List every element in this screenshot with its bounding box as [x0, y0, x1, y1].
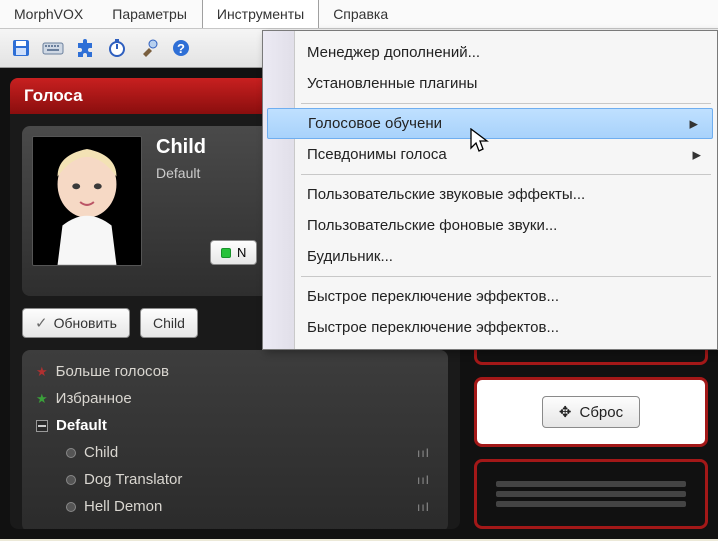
tools-dropdown: Менеджер дополнений... Установленные пла… — [262, 30, 718, 350]
star-icon: ★ — [36, 364, 48, 380]
update-label: Обновить — [54, 315, 117, 331]
tree-label: Child — [84, 444, 118, 461]
submenu-arrow-icon: ▶ — [693, 148, 701, 161]
collapse-icon[interactable] — [36, 420, 48, 432]
voice-tree: ★ Больше голосов ★ Избранное Default Chi… — [22, 350, 448, 529]
avatar — [32, 136, 142, 266]
menu-installed-plugins[interactable]: Установленные плагины — [265, 68, 715, 99]
menu-voice-training[interactable]: Голосовое обучени ▶ — [267, 108, 713, 139]
separator — [301, 103, 711, 104]
separator — [301, 276, 711, 277]
signal-icon: ııI — [417, 473, 430, 487]
menu-addon-manager[interactable]: Менеджер дополнений... — [265, 37, 715, 68]
help-icon[interactable]: ? — [168, 35, 194, 61]
signal-icon: ııI — [417, 500, 430, 514]
tree-label: Hell Demon — [84, 498, 162, 515]
update-button[interactable]: ✓ Обновить — [22, 308, 130, 338]
tree-item-child[interactable]: Child ııI — [30, 439, 440, 466]
bullet-icon — [66, 502, 76, 512]
menu-help[interactable]: Справка — [319, 0, 403, 28]
puzzle-icon[interactable] — [72, 35, 98, 61]
tree-item-hell-demon[interactable]: Hell Demon ııI — [30, 493, 440, 520]
reset-label: Сброс — [579, 404, 623, 421]
menu-alarm[interactable]: Будильник... — [265, 241, 715, 272]
menu-label: Голосовое обучени — [308, 115, 442, 132]
signal-icon: ııI — [417, 446, 430, 460]
tree-label: Dog Translator — [84, 471, 182, 488]
tree-label: Больше голосов — [56, 363, 169, 380]
stopwatch-icon[interactable] — [104, 35, 130, 61]
menu-quick-switch-effects-2[interactable]: Быстрое переключение эффектов... — [265, 312, 715, 343]
chip-label: N — [237, 245, 246, 260]
star-icon: ★ — [36, 391, 48, 407]
status-dot-icon — [221, 248, 231, 258]
bullet-icon — [66, 448, 76, 458]
menu-tools[interactable]: Инструменты — [202, 0, 319, 28]
keyboard-icon[interactable] — [40, 35, 66, 61]
check-icon: ✓ — [35, 314, 48, 332]
tree-group-default[interactable]: Default — [30, 412, 440, 439]
bullet-icon — [66, 475, 76, 485]
menubar: MorphVOX Параметры Инструменты Справка — [0, 0, 718, 29]
menu-custom-sound-effects[interactable]: Пользовательские звуковые эффекты... — [265, 179, 715, 210]
tools-icon[interactable] — [136, 35, 162, 61]
menu-custom-background-sounds[interactable]: Пользовательские фоновые звуки... — [265, 210, 715, 241]
tree-more-voices[interactable]: ★ Больше голосов — [30, 358, 440, 385]
tree-favorites[interactable]: ★ Избранное — [30, 385, 440, 412]
menu-parameters[interactable]: Параметры — [98, 0, 202, 28]
reset-button[interactable]: ✥ Сброс — [542, 396, 640, 428]
tree-label: Default — [56, 417, 107, 434]
menu-label: Псевдонимы голоса — [307, 146, 447, 163]
submenu-arrow-icon: ▶ — [690, 117, 698, 130]
voice-select[interactable]: Child — [140, 308, 198, 338]
menu-morphvox[interactable]: MorphVOX — [0, 0, 98, 28]
right-panel-reset: ✥ Сброс — [474, 377, 708, 447]
tree-label: Избранное — [56, 390, 132, 407]
save-icon[interactable] — [8, 35, 34, 61]
separator — [301, 174, 711, 175]
menu-quick-switch-effects-1[interactable]: Быстрое переключение эффектов... — [265, 281, 715, 312]
target-icon: ✥ — [559, 403, 572, 421]
svg-text:?: ? — [177, 41, 185, 56]
status-chip[interactable]: N — [210, 240, 257, 265]
right-panel-bottom — [474, 459, 708, 529]
voice-select-value: Child — [153, 315, 185, 331]
tree-item-dog-translator[interactable]: Dog Translator ııI — [30, 466, 440, 493]
menu-voice-aliases[interactable]: Псевдонимы голоса ▶ — [265, 139, 715, 170]
